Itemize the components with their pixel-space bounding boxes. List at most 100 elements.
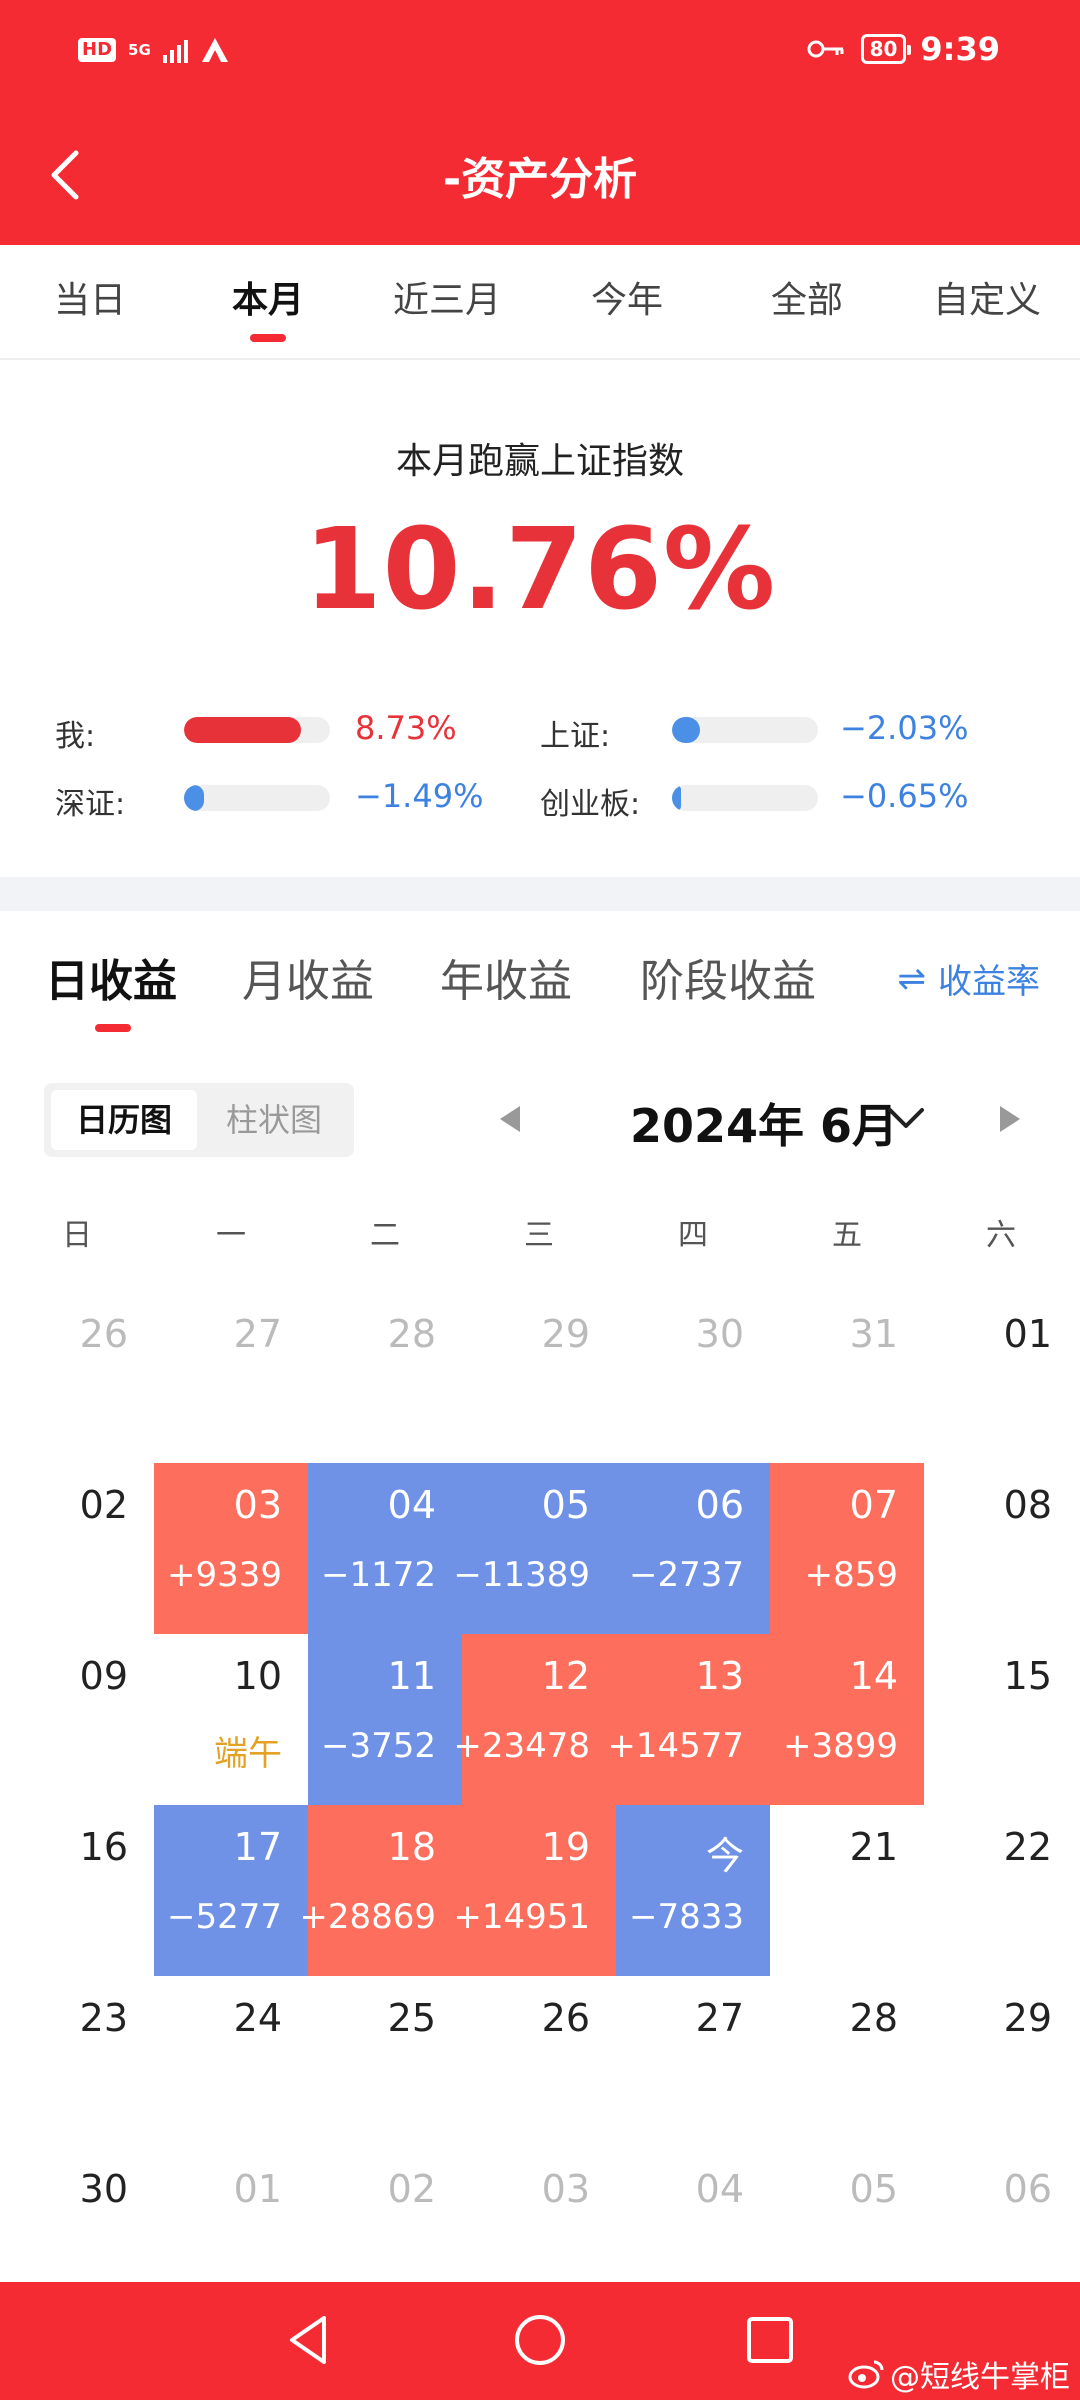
cmp-value-shenzhen: −1.49%	[355, 777, 484, 815]
watermark-text: @短线牛掌柜	[890, 2360, 1070, 2395]
battery-icon: 80	[860, 34, 912, 64]
calendar-day-number: 09	[79, 1654, 128, 1698]
calendar-day-cell[interactable]: 27	[154, 1292, 308, 1463]
calendar-day-cell[interactable]: 14 +3899	[770, 1634, 924, 1805]
cmp-label-shenzhen: 深证:	[55, 787, 126, 822]
calendar-day-cell[interactable]: 03 +9339	[154, 1463, 308, 1634]
calendar-day-number: 06	[695, 1483, 744, 1527]
calendar-day-cell[interactable]: 28	[770, 1976, 924, 2147]
calendar-day-cell[interactable]: 08	[924, 1463, 1078, 1634]
tab-this-year[interactable]: 今年	[537, 271, 717, 323]
calendar-day-number: 26	[541, 1996, 590, 2040]
tab-yearly-profit[interactable]: 年收益	[440, 945, 572, 1009]
calendar-day-number: 08	[1003, 1483, 1052, 1527]
tab-stage-profit[interactable]: 阶段收益	[640, 945, 816, 1009]
tab-this-month[interactable]: 本月	[178, 271, 358, 323]
calendar-day-cell[interactable]: 28	[308, 1292, 462, 1463]
daily-profit-value: +3899	[782, 1726, 898, 1766]
cmp-fill-chinext	[672, 785, 681, 811]
calendar-day-number: 03	[233, 1483, 282, 1527]
calendar-day-number: 28	[849, 1996, 898, 2040]
calendar-day-cell[interactable]: 18 +28869	[299, 1805, 462, 1976]
calendar-view-option[interactable]: 日历图	[51, 1090, 197, 1150]
status-bar: HD 5G 80 9:39	[0, 0, 1080, 105]
calendar-day-cell[interactable]: 26	[0, 1292, 154, 1463]
calendar-day-number: 13	[695, 1654, 744, 1698]
calendar-day-cell[interactable]: 29	[462, 1292, 616, 1463]
daily-profit-value: +23478	[453, 1726, 590, 1766]
weibo-icon	[848, 2360, 884, 2389]
calendar-day-number: 29	[1003, 1996, 1052, 2040]
calendar-day-cell[interactable]: 31	[770, 1292, 924, 1463]
calendar-day-cell[interactable]: 29	[924, 1976, 1078, 2147]
month-label[interactable]: 2024年 6月	[630, 1090, 898, 1156]
calendar-day-cell[interactable]: 今 −7833	[616, 1805, 770, 1976]
tab-daily-profit[interactable]: 日收益	[45, 945, 177, 1009]
calendar-day-cell[interactable]: 26	[462, 1976, 616, 2147]
calendar-day-cell[interactable]: 21	[770, 1805, 924, 1976]
yield-toggle-button[interactable]: ⇌ 收益率	[898, 954, 1041, 1003]
calendar-day-cell[interactable]: 13 +14577	[607, 1634, 770, 1805]
cmp-fill-me	[184, 717, 301, 743]
calendar-day-number: 17	[233, 1825, 282, 1869]
nav-back-icon[interactable]	[278, 2310, 338, 2370]
period-tabs: 当日 本月 近三月 今年 全部 自定义	[0, 245, 1080, 360]
tab-all[interactable]: 全部	[717, 271, 897, 323]
calendar-day-number: 06	[1003, 2167, 1052, 2211]
calendar-day-cell[interactable]: 02	[0, 1463, 154, 1634]
calendar-day-number: 01	[233, 2167, 282, 2211]
nav-recents-icon[interactable]	[740, 2310, 800, 2370]
calendar-day-number: 22	[1003, 1825, 1052, 1869]
calendar-day-number: 28	[387, 1312, 436, 1356]
calendar-day-cell[interactable]: 30	[616, 1292, 770, 1463]
daily-profit-value: −5277	[166, 1897, 282, 1937]
tab-custom[interactable]: 自定义	[897, 271, 1077, 323]
daily-profit-value: −1172	[320, 1555, 436, 1595]
calendar-day-number: 05	[541, 1483, 590, 1527]
calendar-day-number: 24	[233, 1996, 282, 2040]
nav-home-icon[interactable]	[510, 2310, 570, 2370]
tab-today[interactable]: 当日	[0, 271, 180, 323]
active-tab-indicator	[250, 334, 286, 342]
calendar-day-cell[interactable]: 23	[0, 1976, 154, 2147]
calendar-day-number: 21	[849, 1825, 898, 1869]
signal-icon	[162, 37, 188, 63]
status-right: 80 9:39	[807, 30, 1000, 68]
network-type: 5G	[128, 41, 151, 59]
calendar-day-number: 31	[849, 1312, 898, 1356]
cmp-value-shanghai: −2.03%	[840, 709, 969, 747]
daily-profit-value: +9339	[166, 1555, 282, 1595]
calendar-day-number: 19	[541, 1825, 590, 1869]
tab-monthly-profit[interactable]: 月收益	[242, 945, 374, 1009]
daily-profit-value: +14577	[607, 1726, 744, 1766]
tab-three-months[interactable]: 近三月	[357, 271, 537, 323]
calendar-day-cell[interactable]: 25	[308, 1976, 462, 2147]
calendar-day-cell[interactable]: 27	[616, 1976, 770, 2147]
calendar-day-cell[interactable]: 05 −11389	[453, 1463, 616, 1634]
chevron-down-icon[interactable]	[886, 1104, 926, 1134]
hd-badge: HD	[78, 38, 117, 62]
weekday-mon: 一	[216, 1218, 246, 1253]
profit-tab-indicator	[95, 1024, 131, 1032]
prev-month-icon[interactable]	[500, 1106, 520, 1132]
cmp-label-me: 我:	[55, 719, 96, 754]
calendar-day-cell[interactable]: 07 +859	[770, 1463, 924, 1634]
calendar-day-cell[interactable]: 16	[0, 1805, 154, 1976]
calendar-day-cell[interactable]: 01	[924, 1292, 1078, 1463]
calendar-day-cell[interactable]: 15	[924, 1634, 1078, 1805]
next-month-icon[interactable]	[1000, 1106, 1020, 1132]
calendar-day-number: 27	[695, 1996, 744, 2040]
calendar-day-cell[interactable]: 09	[0, 1634, 154, 1805]
calendar-day-cell[interactable]: 17 −5277	[154, 1805, 308, 1976]
daily-profit-value: +14951	[453, 1897, 590, 1937]
calendar-day-cell[interactable]: 04 −1172	[308, 1463, 462, 1634]
calendar-day-cell[interactable]: 22	[924, 1805, 1078, 1976]
weekday-thu: 四	[678, 1218, 708, 1253]
bar-view-option[interactable]: 柱状图	[201, 1090, 347, 1150]
calendar-day-cell[interactable]: 10 端午	[154, 1634, 308, 1805]
calendar-day-cell[interactable]: 06 −2737	[616, 1463, 770, 1634]
calendar-day-cell[interactable]: 19 +14951	[453, 1805, 616, 1976]
calendar-day-cell[interactable]: 11 −3752	[308, 1634, 462, 1805]
calendar-day-cell[interactable]: 24	[154, 1976, 308, 2147]
calendar-day-cell[interactable]: 12 +23478	[453, 1634, 616, 1805]
